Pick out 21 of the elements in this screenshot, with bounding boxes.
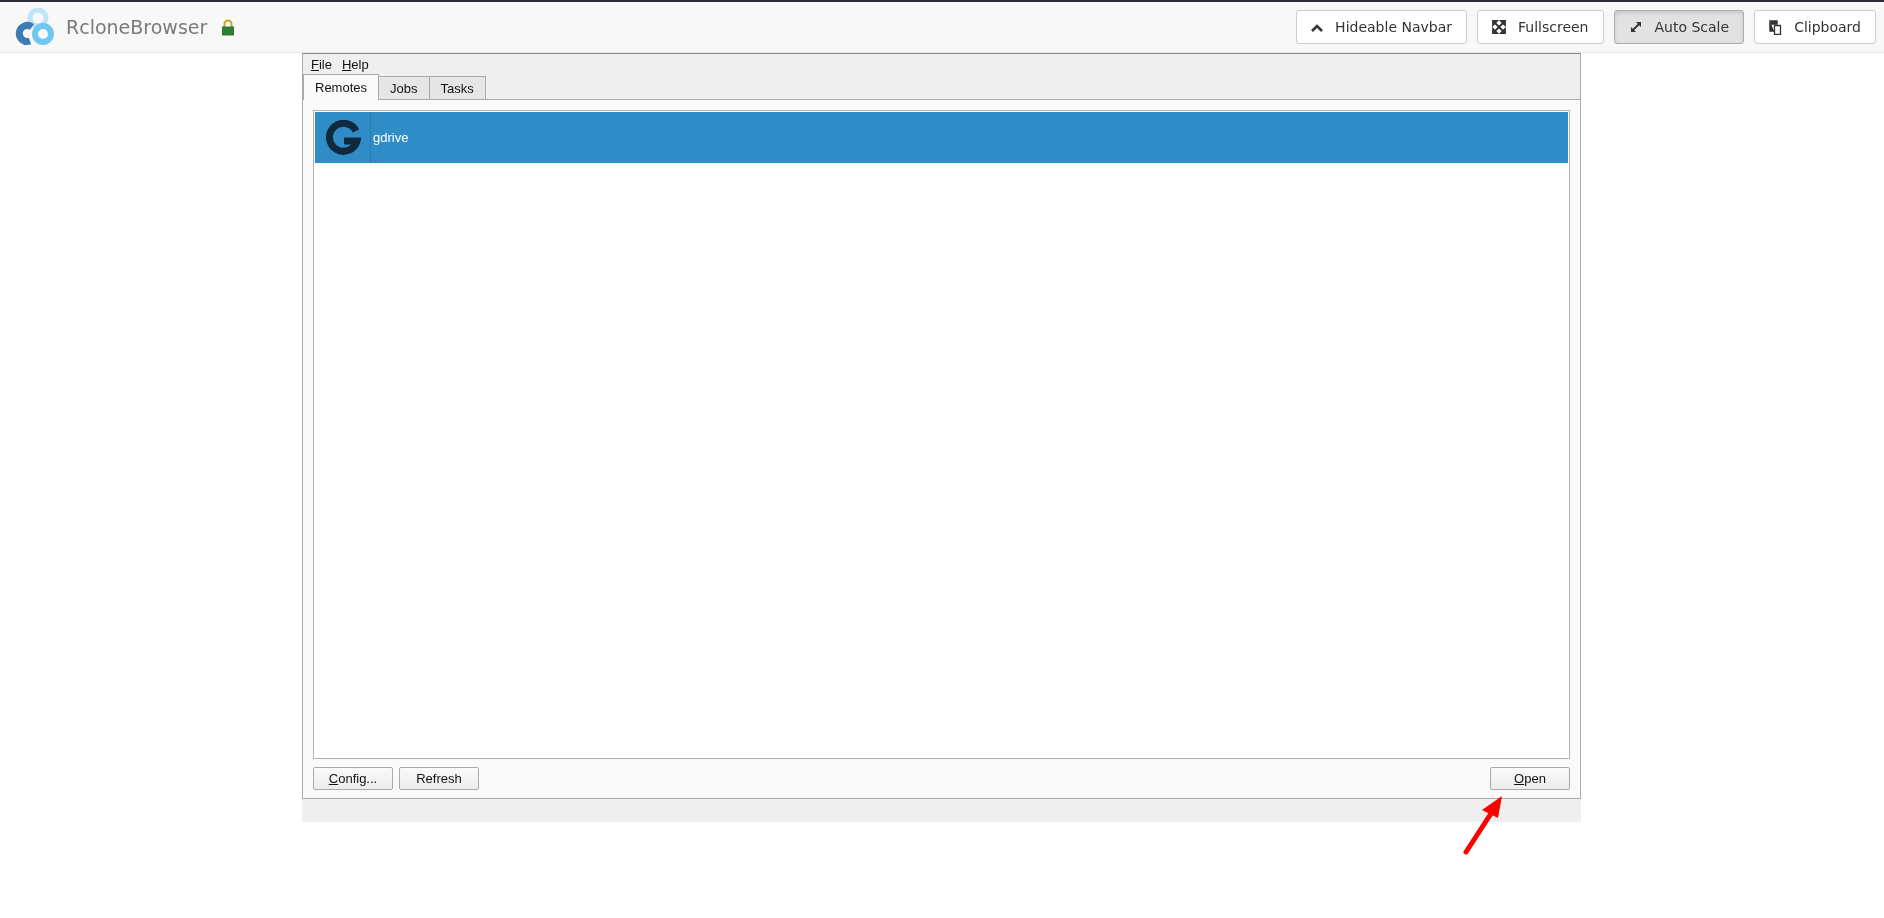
expand-icon	[1492, 20, 1506, 34]
navbar-button[interactable]: Hideable Navbar	[1296, 10, 1467, 44]
cloud-logo-icon	[14, 8, 56, 46]
remote-name: gdrive	[373, 130, 409, 145]
app-title: RcloneBrowser	[66, 16, 208, 38]
tab[interactable]: Tasks	[428, 76, 486, 99]
remote-row[interactable]: gdrive	[315, 112, 1568, 163]
tab[interactable]: Jobs	[378, 76, 430, 99]
diagonal-arrows-icon	[1628, 20, 1643, 34]
chevron-up-icon	[1311, 22, 1324, 32]
open-button[interactable]: Open	[1490, 767, 1570, 790]
dialog-button[interactable]: Config...	[313, 767, 393, 790]
navbar-button[interactable]: Clipboard	[1754, 10, 1876, 44]
clipboard-icon	[1769, 19, 1783, 35]
navbar-button[interactable]: Fullscreen	[1477, 10, 1604, 44]
tab[interactable]: Remotes	[303, 74, 380, 100]
menu-item[interactable]: File	[311, 56, 332, 72]
letter-g-logo-icon	[324, 119, 361, 156]
navbar-button[interactable]: Auto Scale	[1613, 10, 1745, 44]
menu-item[interactable]: Help	[341, 56, 369, 72]
dialog-button[interactable]: Refresh	[399, 767, 479, 790]
